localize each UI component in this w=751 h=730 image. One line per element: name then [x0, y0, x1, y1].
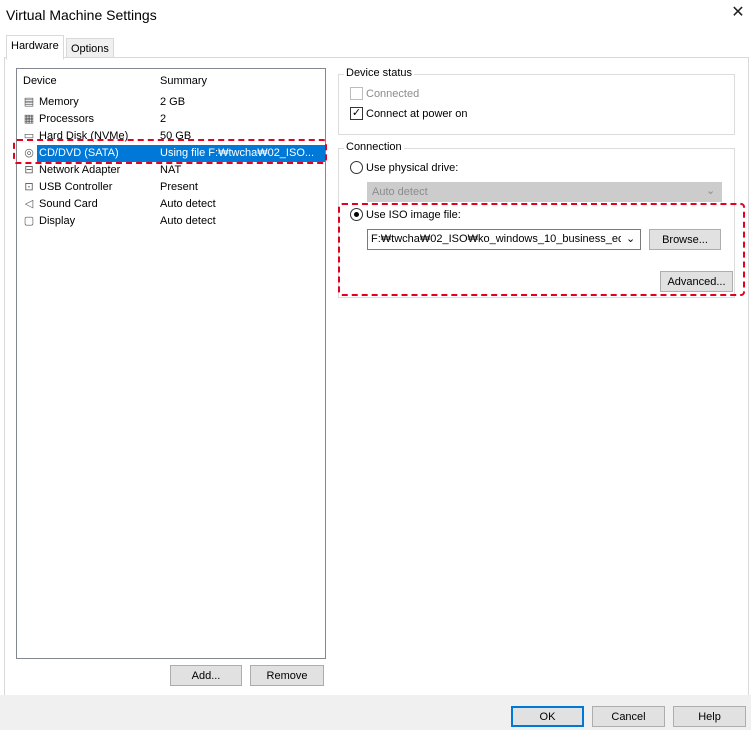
device-summary: 2 GB [160, 96, 186, 108]
device-name: Network Adapter [39, 164, 121, 176]
column-header-device[interactable]: Device [23, 75, 57, 87]
column-header-summary[interactable]: Summary [160, 75, 207, 87]
tab-hardware[interactable]: Hardware [6, 35, 64, 60]
use-physical-drive-radio[interactable] [350, 161, 363, 174]
network-adapter-icon: ⊟ [24, 164, 34, 176]
connect-at-power-on-label: Connect at power on [366, 108, 468, 120]
memory-icon: ▤ [23, 96, 35, 108]
device-row-network-adapter[interactable]: ⊟ Network Adapter NAT [17, 162, 325, 179]
device-name: Display [39, 215, 76, 227]
connected-label: Connected [366, 88, 420, 100]
window-title: Virtual Machine Settings [6, 7, 157, 23]
physical-drive-value: Auto detect [372, 186, 428, 198]
device-summary: Auto detect [160, 198, 216, 210]
device-status-group [338, 74, 735, 135]
close-icon[interactable]: ✕ [730, 4, 746, 22]
device-row-processors[interactable]: ▦ Processors 2 [17, 111, 325, 128]
remove-device-button[interactable]: Remove [250, 665, 324, 686]
ok-button[interactable]: OK [511, 706, 584, 727]
device-summary: NAT [160, 164, 182, 176]
cancel-button[interactable]: Cancel [592, 706, 665, 727]
device-name: Sound Card [39, 198, 98, 210]
device-row-memory[interactable]: ▤ Memory 2 GB [17, 94, 325, 111]
connect-at-power-on-checkbox[interactable]: ✓ [350, 107, 363, 120]
highlight-box-iso [338, 203, 745, 296]
device-name: Processors [39, 113, 95, 125]
connected-checkbox[interactable] [350, 87, 363, 100]
chevron-down-icon: ⌄ [706, 185, 716, 197]
use-physical-drive-label: Use physical drive: [366, 162, 459, 174]
device-row-usb-controller[interactable]: ⊡ USB Controller Present [17, 179, 325, 196]
sound-card-icon: ◁ [24, 198, 34, 210]
device-summary: Present [160, 181, 198, 193]
connection-legend: Connection [344, 141, 404, 153]
device-name: Memory [39, 96, 79, 108]
device-status-legend: Device status [344, 67, 415, 79]
display-icon: ▢ [23, 215, 35, 227]
device-name: USB Controller [39, 181, 113, 193]
device-summary: 2 [160, 113, 167, 125]
highlight-box-cd-dvd [13, 139, 327, 164]
usb-icon: ⊡ [24, 181, 34, 193]
device-summary: Auto detect [160, 215, 216, 227]
add-device-button[interactable]: Add... [170, 665, 242, 686]
device-row-display[interactable]: ▢ Display Auto detect [17, 213, 325, 230]
help-button[interactable]: Help [673, 706, 746, 727]
device-row-sound-card[interactable]: ◁ Sound Card Auto detect [17, 196, 325, 213]
processor-icon: ▦ [23, 113, 35, 125]
physical-drive-select[interactable]: Auto detect ⌄ [367, 182, 722, 202]
